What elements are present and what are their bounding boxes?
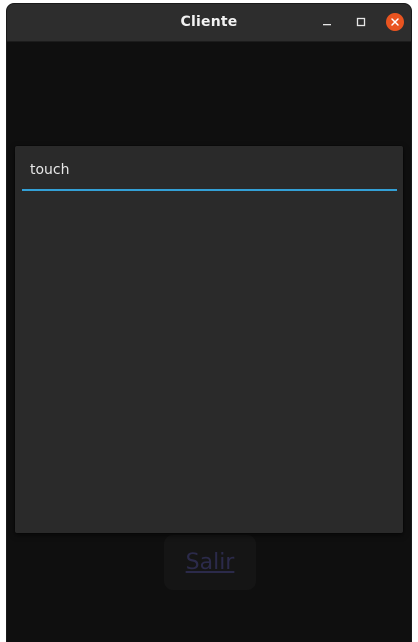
window-content: Salir [7,42,411,642]
maximize-button[interactable] [352,13,370,31]
close-button[interactable] [386,13,404,31]
title-bar[interactable]: Cliente [7,4,411,42]
minimize-button[interactable] [318,13,336,31]
close-icon [391,18,399,26]
maximize-icon [356,17,366,27]
text-input[interactable] [30,160,380,180]
text-field[interactable] [22,150,397,191]
minimize-icon [323,24,331,26]
window-title: Cliente [180,14,238,30]
app-window: Cliente Salir [7,4,411,642]
input-dialog [15,146,403,533]
exit-button[interactable]: Salir [164,535,256,590]
